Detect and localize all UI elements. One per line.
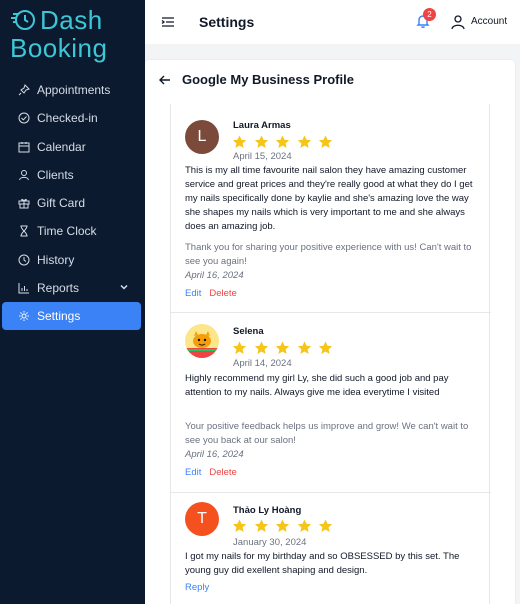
star-icon — [297, 341, 311, 354]
main-content: Google My Business Profile L Laura Armas… — [145, 60, 515, 604]
sidebar-item-appointments[interactable]: Appointments — [0, 76, 145, 104]
sidebar-item-label: Time Clock — [37, 224, 97, 239]
reply-button[interactable]: Reply — [185, 582, 209, 593]
avatar: L — [185, 120, 219, 154]
star-icon — [297, 519, 311, 532]
review-text: Highly recommend my girl Ly, she did suc… — [185, 373, 449, 398]
edit-button[interactable]: Edit — [185, 467, 201, 478]
divider — [171, 312, 491, 313]
review-actions: Reply — [185, 582, 209, 593]
star-icon — [275, 135, 290, 148]
calendar-icon — [18, 141, 30, 153]
sidebar-nav: Appointments Checked-in Calendar Clients… — [0, 76, 145, 331]
account-icon[interactable] — [450, 14, 466, 30]
star-icon — [232, 519, 247, 532]
notification-badge: 2 — [423, 8, 436, 21]
avatar — [185, 324, 219, 358]
back-arrow-icon[interactable] — [158, 73, 172, 87]
star-icon — [275, 341, 290, 354]
gift-icon — [18, 197, 30, 209]
star-icon — [232, 341, 247, 354]
check-circle-icon — [18, 112, 30, 124]
top-bar: Settings 2 Account — [145, 0, 520, 44]
sidebar-item-label: Appointments — [37, 83, 111, 97]
divider — [171, 492, 491, 493]
sidebar-item-calendar[interactable]: Calendar — [0, 133, 145, 161]
star-icon — [232, 135, 247, 148]
chevron-down-icon[interactable] — [119, 282, 129, 292]
reply-date: April 16, 2024 — [185, 449, 244, 460]
star-rating — [231, 518, 339, 534]
avatar-image — [185, 324, 219, 358]
sidebar-item-label: History — [37, 252, 75, 267]
sidebar-item-label: Gift Card — [37, 196, 86, 211]
chart-icon — [18, 282, 30, 294]
history-icon — [18, 254, 30, 266]
sidebar-item-label: Calendar — [37, 139, 86, 154]
sidebar-item-label: Settings — [37, 309, 81, 324]
menu-collapse-icon[interactable] — [161, 15, 175, 29]
user-icon — [18, 169, 30, 181]
review-date: April 14, 2024 — [233, 358, 292, 369]
review-actions: Edit Delete — [185, 467, 237, 478]
sidebar-item-reports[interactable]: Reports — [0, 274, 145, 302]
reviewer-name: Laura Armas — [233, 120, 291, 131]
sidebar-item-history[interactable]: History — [0, 246, 145, 274]
account-label[interactable]: Account — [471, 16, 507, 27]
pin-icon — [18, 84, 30, 96]
logo-text-line1: Dash — [40, 5, 103, 35]
reply-date: April 16, 2024 — [185, 270, 244, 281]
logo-clock-icon — [11, 10, 35, 30]
review-text: This is my all time favourite nail salon… — [185, 165, 473, 232]
review-actions: Edit Delete — [185, 288, 237, 299]
sidebar-item-gift-card[interactable]: Gift Card — [0, 189, 145, 217]
review-text: I got my nails for my birthday and so OB… — [185, 551, 460, 576]
review-date: April 15, 2024 — [233, 151, 292, 162]
sidebar-item-settings[interactable]: Settings — [2, 302, 141, 331]
sidebar-item-label: Checked-in — [37, 111, 98, 126]
star-rating — [231, 340, 339, 356]
sidebar-item-label: Reports — [37, 281, 80, 296]
avatar: T — [185, 502, 219, 536]
owner-reply-text: Your positive feedback helps us improve … — [185, 421, 469, 446]
star-icon — [318, 341, 333, 354]
sidebar-item-clients[interactable]: Clients — [0, 161, 145, 189]
star-icon — [297, 135, 311, 148]
reviews-list[interactable]: L Laura Armas April 15, 2024 This is my … — [170, 104, 491, 604]
star-rating — [231, 134, 339, 150]
star-icon — [318, 519, 333, 532]
star-icon — [254, 341, 268, 354]
edit-button[interactable]: Edit — [185, 288, 201, 299]
delete-button[interactable]: Delete — [209, 288, 236, 299]
review-date: January 30, 2024 — [233, 537, 307, 548]
reviewer-name: Thảo Ly Hoàng — [233, 505, 302, 516]
star-icon — [254, 519, 268, 532]
reviewer-name: Selena — [233, 326, 264, 337]
sidebar-item-checked-in[interactable]: Checked-in — [0, 104, 145, 132]
section-title: Google My Business Profile — [182, 72, 354, 87]
logo-text-line2: Booking — [10, 33, 108, 63]
app-logo[interactable]: Dash Booking — [10, 6, 140, 62]
star-icon — [254, 135, 268, 148]
star-icon — [318, 135, 333, 148]
page-title: Settings — [199, 14, 255, 30]
sidebar-item-time-clock[interactable]: Time Clock — [0, 217, 145, 245]
sidebar-item-label: Clients — [37, 167, 74, 182]
star-icon — [275, 519, 290, 532]
delete-button[interactable]: Delete — [209, 467, 236, 478]
hourglass-icon — [18, 225, 30, 237]
gear-icon — [18, 310, 30, 322]
owner-reply-text: Thank you for sharing your positive expe… — [185, 242, 472, 267]
sidebar: Dash Booking Appointments Checked-in Cal… — [0, 0, 145, 604]
